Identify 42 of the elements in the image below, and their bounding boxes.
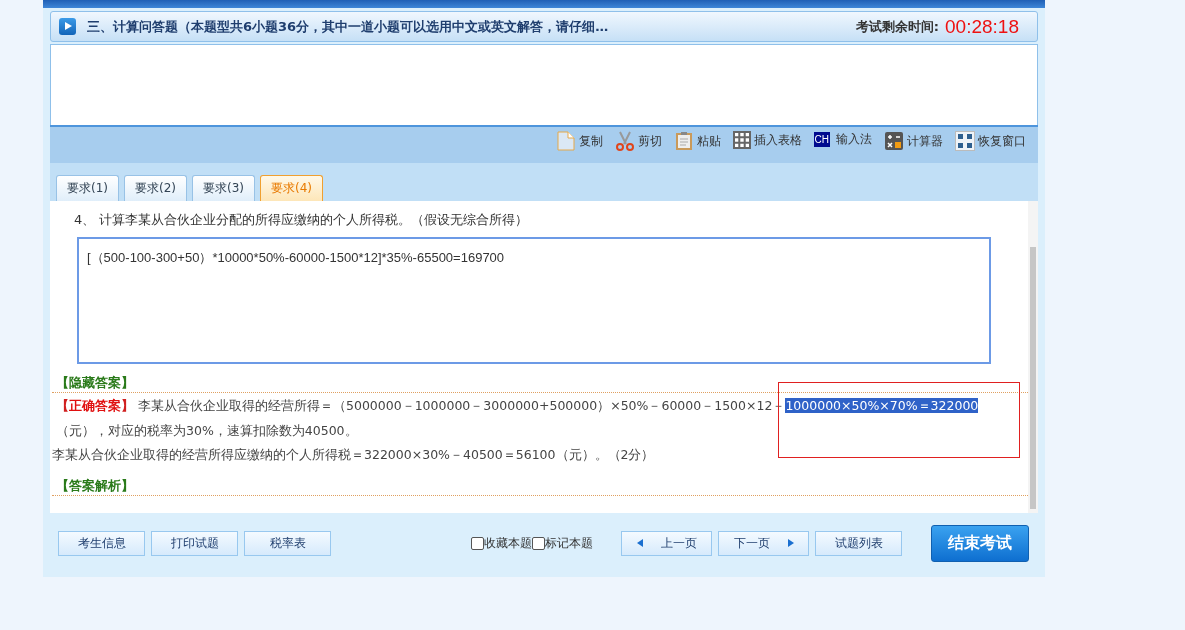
- requirement-tab[interactable]: 要求(3): [192, 175, 255, 201]
- toolbar-button[interactable]: CH 输入法: [809, 129, 876, 150]
- requirement-tab[interactable]: 要求(2): [124, 175, 187, 201]
- toolbar-button[interactable]: 复制: [551, 129, 607, 153]
- toolbar-button[interactable]: 粘贴: [669, 129, 725, 153]
- document-icon: [555, 131, 576, 151]
- section-title: 三、计算问答题（本题型共6小题36分，其中一道小题可以选用中文或英文解答，请仔细…: [87, 17, 610, 36]
- checkbox[interactable]: [471, 536, 484, 550]
- footer-button[interactable]: 打印试题: [151, 530, 238, 556]
- checkbox[interactable]: [532, 536, 545, 550]
- countdown-timer: 00:28:18: [945, 15, 1019, 38]
- ime-icon: CH: [813, 132, 830, 147]
- answer-text: （元），对应的税率为30%，速算扣除数为40500。: [56, 422, 358, 440]
- checkbox-label[interactable]: 收藏本题: [484, 534, 532, 552]
- question-list-button[interactable]: 试题列表: [815, 530, 902, 556]
- timer-label: 考试剩余时间:: [855, 17, 940, 36]
- scissors-icon: [614, 131, 635, 151]
- toolbar-button[interactable]: 剪切: [610, 129, 666, 153]
- finish-exam-button[interactable]: 结束考试: [931, 524, 1029, 562]
- hidden-answer-link[interactable]: 【隐藏答案】: [56, 374, 134, 392]
- question-text: 4、 计算李某从合伙企业分配的所得应缴纳的个人所得税。（假设无综合所得）: [74, 211, 530, 229]
- correct-answer-label: 【正确答案】: [56, 398, 134, 413]
- answer-text: 李某从合伙企业取得的经营所得应缴纳的个人所得税＝322000×30%－40500＝56100（元）。（2分）: [52, 446, 656, 464]
- answer-input[interactable]: [（500-100-300+50）*10000*50%-60000-1500*12]*35%-65500=169700: [77, 237, 991, 364]
- scrollbar[interactable]: [1028, 201, 1038, 513]
- restore-window-icon: [955, 131, 975, 151]
- calculator-icon: [884, 131, 904, 151]
- left-triangle-icon: [636, 539, 643, 547]
- grid-icon: [732, 131, 751, 149]
- answer-analysis-label: 【答案解析】: [56, 477, 134, 495]
- checkbox-label[interactable]: 标记本题: [545, 534, 593, 552]
- toolbar-button[interactable]: 插入表格: [728, 129, 806, 151]
- next-page-button[interactable]: 下一页: [718, 530, 809, 556]
- footer-button[interactable]: 考生信息: [58, 530, 145, 556]
- requirement-tab[interactable]: 要求(1): [56, 175, 119, 201]
- play-icon: [59, 18, 76, 35]
- right-triangle-icon: [787, 539, 794, 547]
- clipboard-icon: [673, 131, 694, 151]
- toolbar-button[interactable]: 恢复窗口: [951, 129, 1030, 153]
- footer-button[interactable]: 税率表: [244, 530, 331, 556]
- toolbar-button[interactable]: 计算器: [880, 129, 947, 153]
- previous-page-button[interactable]: 上一页: [621, 530, 712, 556]
